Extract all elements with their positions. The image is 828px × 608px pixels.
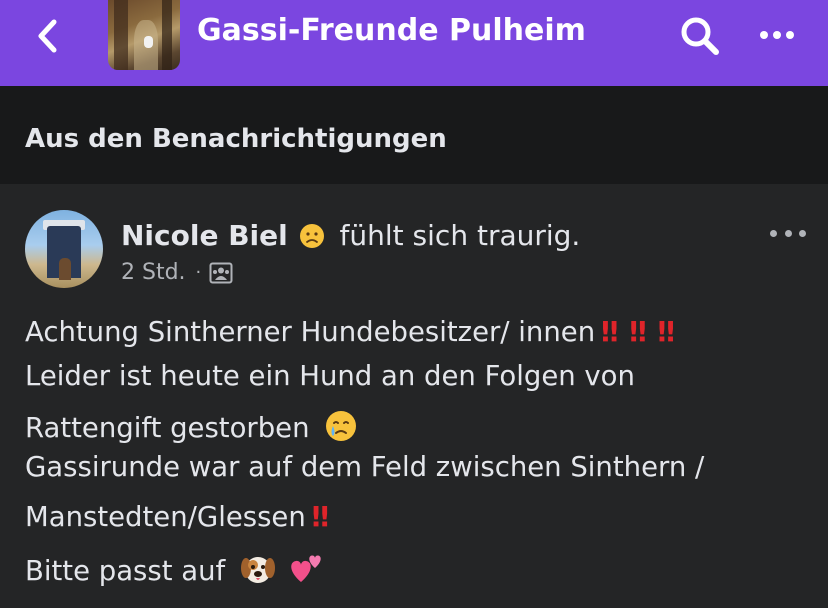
dot [760,31,768,39]
post-text-line: Bitte passt auf [25,552,325,587]
group-title[interactable]: Gassi-Freunde Pulheim [197,13,586,48]
double-exclamation-emoji: ‼ [601,316,618,348]
post-card: Nicole Biel fühlt sich traurig. 2 Std. ·… [0,184,828,608]
post-text-line: Manstedten/Glessen ‼ [25,501,329,533]
double-exclamation-emoji: ‼ [311,501,329,533]
author-name[interactable]: Nicole Biel [121,219,288,252]
feeling-text: fühlt sich traurig. [339,219,581,252]
post-text: Bitte passt auf [25,555,226,587]
notifications-section-header: Aus den Benachrichtigungen [0,86,828,184]
dot [799,229,806,237]
post-meta: 2 Std. · [121,260,233,285]
double-exclamation-emoji: ‼ [657,316,675,348]
double-exclamation-emoji: ‼ [629,316,646,348]
meta-separator: · [195,262,202,283]
post-text: Rattengift gestorben [25,412,310,444]
post-text: Manstedten/Glessen [25,501,306,533]
dot [784,229,792,237]
more-options-button[interactable] [752,20,802,50]
group-top-bar: Gassi-Freunde Pulheim [0,0,828,86]
two-hearts-emoji [290,555,321,582]
dog-face-emoji [240,557,275,583]
dot [786,31,794,39]
post-text-line: Gassirunde war auf dem Feld zwischen Sin… [25,451,704,483]
post-text-line: Rattengift gestorben [25,409,358,444]
group-members-icon [209,262,233,283]
post-text: Achtung Sintherner Hundebesitzer/ innen [25,316,596,348]
avatar[interactable] [25,210,103,288]
group-cover-thumbnail[interactable] [108,0,180,70]
post-text: Leider ist heute ein Hund an den Folgen … [25,360,635,392]
chevron-left-icon [38,19,57,53]
post-text-line: Leider ist heute ein Hund an den Folgen … [25,360,635,392]
search-icon [681,17,719,55]
post-text-line: Achtung Sintherner Hundebesitzer/ innen ‼… [25,316,675,348]
post-options-button[interactable] [770,226,806,240]
post-time[interactable]: 2 Std. [121,260,186,285]
crying-face-emoji [326,411,357,441]
search-button[interactable] [678,14,722,58]
dot [770,229,777,237]
post-author-line: Nicole Biel fühlt sich traurig. [121,219,580,252]
post-text: Gassirunde war auf dem Feld zwischen Sin… [25,451,705,483]
back-button[interactable] [30,18,66,54]
sad-face-emoji [299,224,324,248]
dot [773,31,781,39]
section-title: Aus den Benachrichtigungen [25,124,447,154]
